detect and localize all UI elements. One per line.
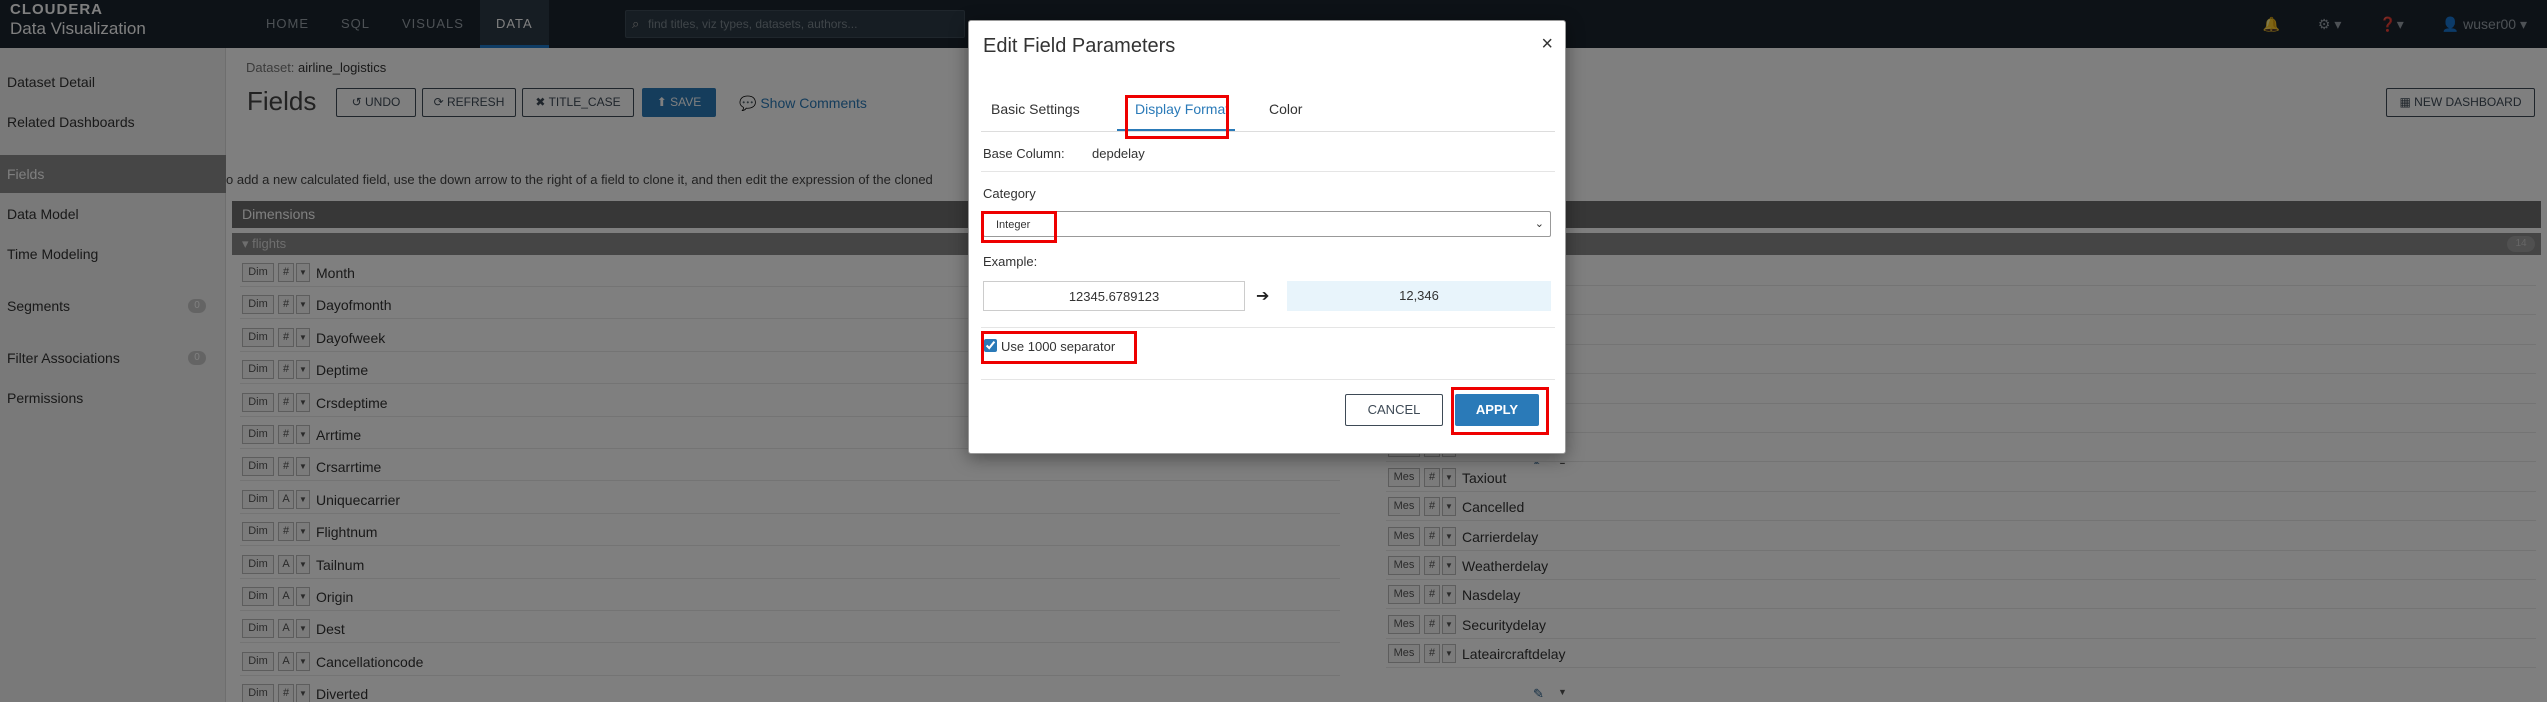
category-select[interactable]: Integer ⌄ xyxy=(983,211,1551,237)
category-selected-value: Integer xyxy=(996,219,1031,231)
tab-basic-settings[interactable]: Basic Settings xyxy=(991,101,1080,117)
chevron-down-icon: ⌄ xyxy=(1534,218,1544,230)
example-input[interactable] xyxy=(983,281,1245,311)
app-root: CLOUDERA Data Visualization HOME SQL VIS… xyxy=(0,0,2547,702)
divider xyxy=(981,379,1555,380)
base-column-value: depdelay xyxy=(1092,146,1145,161)
use-1000-separator-label[interactable]: Use 1000 separator xyxy=(1001,339,1115,354)
example-output: 12,346 xyxy=(1287,281,1551,311)
divider xyxy=(981,327,1555,328)
edit-field-parameters-dialog: Edit Field Parameters × Basic Settings D… xyxy=(968,20,1566,454)
example-label: Example: xyxy=(983,254,1038,269)
base-column-label: Base Column: xyxy=(983,146,1065,161)
close-icon[interactable]: × xyxy=(1541,33,1553,56)
tab-display-format[interactable]: Display Format xyxy=(1135,101,1229,117)
cancel-button[interactable]: CANCEL xyxy=(1345,394,1443,426)
dialog-title: Edit Field Parameters xyxy=(983,35,1176,57)
arrow-right-icon: ➔ xyxy=(1256,288,1270,305)
divider xyxy=(981,171,1555,172)
category-label: Category xyxy=(983,186,1036,201)
apply-button[interactable]: APPLY xyxy=(1455,394,1539,426)
use-1000-separator-checkbox[interactable] xyxy=(984,339,997,352)
tab-color[interactable]: Color xyxy=(1269,101,1302,117)
tab-divider xyxy=(981,131,1555,132)
